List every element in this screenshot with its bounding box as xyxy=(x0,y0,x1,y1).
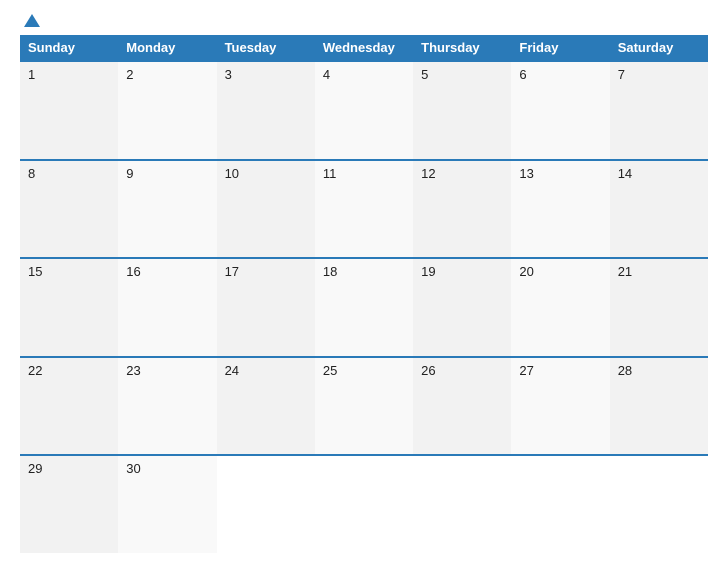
day-number: 3 xyxy=(225,67,232,82)
day-number: 19 xyxy=(421,264,435,279)
header-sunday: Sunday xyxy=(20,35,118,60)
day-number: 22 xyxy=(28,363,42,378)
day-cell xyxy=(315,456,413,553)
day-number: 16 xyxy=(126,264,140,279)
day-cell: 8 xyxy=(20,161,118,258)
calendar-body: 1234567891011121314151617181920212223242… xyxy=(20,60,708,553)
day-cell xyxy=(511,456,609,553)
day-cell: 5 xyxy=(413,62,511,159)
day-cell xyxy=(217,456,315,553)
day-cell: 30 xyxy=(118,456,216,553)
day-number: 12 xyxy=(421,166,435,181)
day-number: 10 xyxy=(225,166,239,181)
week-row-3: 22 23 24 25 26 27 28 xyxy=(20,356,708,455)
day-cell: 10 xyxy=(217,161,315,258)
day-number: 6 xyxy=(519,67,526,82)
day-number: 23 xyxy=(126,363,140,378)
day-cell: 25 xyxy=(315,358,413,455)
day-number: 27 xyxy=(519,363,533,378)
day-cell: 15 xyxy=(20,259,118,356)
day-number: 21 xyxy=(618,264,632,279)
day-number: 2 xyxy=(126,67,133,82)
day-cell: 2 xyxy=(118,62,216,159)
day-number: 15 xyxy=(28,264,42,279)
day-number: 24 xyxy=(225,363,239,378)
day-cell: 11 xyxy=(315,161,413,258)
day-cell: 18 xyxy=(315,259,413,356)
logo xyxy=(20,18,40,25)
day-cell: 1 xyxy=(20,62,118,159)
day-number: 29 xyxy=(28,461,42,476)
day-number: 20 xyxy=(519,264,533,279)
day-cell: 29 xyxy=(20,456,118,553)
day-cell: 9 xyxy=(118,161,216,258)
calendar: Sunday Monday Tuesday Wednesday Thursday… xyxy=(20,35,708,553)
day-cell: 6 xyxy=(511,62,609,159)
day-cell: 7 xyxy=(610,62,708,159)
day-number: 8 xyxy=(28,166,35,181)
week-row-1: 8 9 10 11 12 13 14 xyxy=(20,159,708,258)
day-cell: 24 xyxy=(217,358,315,455)
day-cell xyxy=(413,456,511,553)
day-number: 4 xyxy=(323,67,330,82)
header-thursday: Thursday xyxy=(413,35,511,60)
day-number: 30 xyxy=(126,461,140,476)
header-friday: Friday xyxy=(511,35,609,60)
header xyxy=(20,18,708,25)
day-number: 7 xyxy=(618,67,625,82)
day-number: 1 xyxy=(28,67,35,82)
day-cell: 13 xyxy=(511,161,609,258)
day-cell: 26 xyxy=(413,358,511,455)
day-cell: 14 xyxy=(610,161,708,258)
day-cell: 28 xyxy=(610,358,708,455)
header-tuesday: Tuesday xyxy=(217,35,315,60)
week-row-2: 15 16 17 18 19 20 21 xyxy=(20,257,708,356)
day-cell: 12 xyxy=(413,161,511,258)
day-number: 17 xyxy=(225,264,239,279)
day-cell: 19 xyxy=(413,259,511,356)
logo-triangle-icon xyxy=(24,14,40,27)
day-number: 14 xyxy=(618,166,632,181)
day-cell: 16 xyxy=(118,259,216,356)
day-number: 26 xyxy=(421,363,435,378)
day-cell: 21 xyxy=(610,259,708,356)
calendar-page: Sunday Monday Tuesday Wednesday Thursday… xyxy=(0,0,728,563)
day-cell: 27 xyxy=(511,358,609,455)
header-saturday: Saturday xyxy=(610,35,708,60)
day-headers-row: Sunday Monday Tuesday Wednesday Thursday… xyxy=(20,35,708,60)
day-number: 13 xyxy=(519,166,533,181)
header-monday: Monday xyxy=(118,35,216,60)
day-cell: 23 xyxy=(118,358,216,455)
header-wednesday: Wednesday xyxy=(315,35,413,60)
week-row-4: 29 30 xyxy=(20,454,708,553)
day-cell: 4 xyxy=(315,62,413,159)
week-row-0: 1 2 3 4 5 6 7 xyxy=(20,60,708,159)
day-number: 28 xyxy=(618,363,632,378)
day-cell: 3 xyxy=(217,62,315,159)
day-cell: 17 xyxy=(217,259,315,356)
day-number: 9 xyxy=(126,166,133,181)
day-number: 18 xyxy=(323,264,337,279)
day-number: 25 xyxy=(323,363,337,378)
day-cell: 20 xyxy=(511,259,609,356)
day-number: 11 xyxy=(323,166,337,181)
day-number: 5 xyxy=(421,67,428,82)
day-cell xyxy=(610,456,708,553)
day-cell: 22 xyxy=(20,358,118,455)
